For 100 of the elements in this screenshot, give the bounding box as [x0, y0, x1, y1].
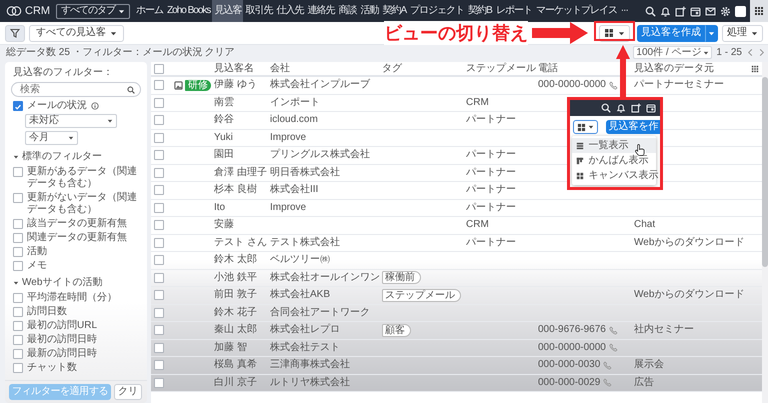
lead-name[interactable]: Yuki	[214, 132, 233, 144]
app-name: CRM	[25, 5, 50, 17]
filter-label: 最初の訪問URL	[27, 320, 98, 332]
lead-name[interactable]: 小池 鉄平	[214, 272, 257, 284]
nav-tab[interactable]: 連絡先	[305, 0, 336, 22]
view-option[interactable]: 一覧表示	[572, 138, 656, 153]
nav-tab[interactable]: 取引先	[243, 0, 274, 22]
column-header[interactable]: 電話	[538, 62, 558, 74]
lead-name[interactable]: 安藤	[214, 219, 234, 232]
lead-name[interactable]: 園田	[214, 149, 234, 162]
record-summary: 総データ数 25 ・フィルター：メールの状況	[6, 46, 203, 58]
table-cell: 株式会社テスト	[270, 342, 340, 354]
table-cell: ベルツリー㈱	[270, 254, 330, 266]
table-cell: 合同会社アートワーク	[270, 306, 370, 319]
table-cell: テスト株式会社	[270, 236, 340, 249]
table-cell: パートナーセミナー	[634, 79, 724, 92]
lead-name[interactable]: 秦山 太郎	[214, 324, 257, 336]
table-cell: Webからのダウンロード	[634, 289, 744, 302]
table-cell: 株式会社レプロ	[270, 324, 340, 336]
table-cell: 三津商事株式会社	[270, 359, 350, 372]
table-cell: パートナー	[466, 166, 516, 179]
table-cell: 社内セミナー	[634, 324, 694, 336]
table-cell: 展示会	[634, 359, 664, 372]
table-cell: パートナー	[466, 202, 516, 214]
nav-tab[interactable]: 仕入先	[274, 0, 306, 22]
lead-name[interactable]: Ito	[214, 202, 226, 214]
filter-label: 訪問日数	[27, 306, 67, 318]
lead-name[interactable]: 桜島 真希	[214, 359, 257, 372]
all-tabs-dropdown[interactable]: すべてのタブ	[56, 4, 130, 18]
period-dropdown[interactable]: 今月	[25, 131, 78, 145]
view-option[interactable]: かんばん表示	[572, 153, 656, 168]
section-title[interactable]: Webサイトの活動	[22, 277, 102, 289]
status-badge: 研修	[185, 80, 211, 91]
phone-number: 000-000-0029	[538, 376, 600, 389]
column-header[interactable]: 見込客名	[214, 62, 254, 74]
tag[interactable]: 顧客	[382, 324, 411, 337]
nav-tab[interactable]: 見込客	[212, 0, 244, 22]
lead-name[interactable]: テスト さん	[214, 236, 267, 249]
table-cell: インポート	[270, 96, 320, 109]
filter-label: 更新がないデータ（関連データも含む）	[27, 192, 138, 216]
filter-label: 関連データの更新有無	[27, 232, 127, 244]
lead-name[interactable]: 加藤 智	[214, 342, 247, 354]
table-cell: CRM	[466, 219, 489, 232]
lead-name[interactable]: 前田 敦子	[214, 289, 257, 302]
table-cell: Webからのダウンロード	[634, 236, 744, 249]
view-dropdown[interactable]: すべての見込客	[29, 24, 124, 42]
column-header[interactable]: ステップメール	[466, 62, 536, 74]
phone-number: 000-0000-0000	[538, 342, 606, 354]
table-cell: プリングルス株式会社	[270, 149, 370, 162]
phone-number: 000-0000-0000	[538, 79, 606, 92]
column-header[interactable]: 会社	[270, 62, 290, 74]
clear-button[interactable]: クリ	[114, 384, 142, 400]
filter-label: チャット数	[27, 362, 77, 374]
nav-tab[interactable]: レポート	[494, 0, 534, 22]
lead-name[interactable]: 鈴谷	[214, 114, 234, 126]
nav-tab[interactable]: 活動	[358, 0, 380, 22]
filter-label: 最初の訪問日時	[27, 334, 97, 346]
more-tabs[interactable]: ···	[618, 0, 630, 22]
per-page-dropdown[interactable]: 100件 / ページ	[633, 46, 712, 59]
status-dropdown[interactable]: 未対応	[25, 114, 117, 128]
table-cell: 株式会社AKB	[270, 289, 330, 302]
nav-tab[interactable]: マーケットプレイス	[534, 0, 619, 22]
table-cell: 広告	[634, 376, 654, 389]
lead-name[interactable]: 鈴木 花子	[214, 306, 257, 319]
table-cell: CRM	[466, 96, 489, 109]
filter-label: メールの状況	[27, 100, 87, 112]
nav-tab[interactable]: プロジェクト	[408, 0, 466, 22]
search-field[interactable]: 検索	[11, 82, 141, 97]
tag[interactable]: 稼働前	[382, 271, 421, 284]
nav-tab[interactable]: Zoho Books	[165, 0, 212, 22]
table-cell: パートナー	[466, 236, 516, 249]
filter-title: 見込客のフィルター：	[12, 66, 114, 80]
lead-name[interactable]: 杉本 良樹	[214, 184, 257, 196]
create-button[interactable]: 見込客を作成	[637, 24, 705, 42]
table-cell: パートナー	[466, 184, 516, 196]
filter-label: メモ	[27, 260, 47, 272]
annotation-label: ビューの切り替え	[384, 21, 528, 45]
actions-button[interactable]: 処理	[722, 24, 763, 42]
lead-name[interactable]: 南雲	[214, 96, 234, 109]
phone-number: 000-000-0030	[538, 359, 600, 372]
nav-tab[interactable]: ホーム	[134, 0, 166, 22]
nav-tab[interactable]: 商談	[336, 0, 358, 22]
nav-tab[interactable]: 契約B	[466, 0, 494, 22]
table-cell: icloud.com	[270, 114, 318, 126]
lead-name[interactable]: 白川 京子	[214, 376, 257, 389]
nav-tab[interactable]: 契約A	[380, 0, 408, 22]
column-header[interactable]: 見込客のデータ元	[634, 62, 714, 74]
clear-link[interactable]: クリア	[204, 46, 235, 58]
create-button[interactable]: 見込客を作	[606, 120, 660, 134]
column-header[interactable]: タグ	[382, 62, 402, 74]
table-cell: パートナー	[466, 114, 516, 126]
tag[interactable]: ステップメール	[382, 288, 461, 302]
table-cell: Improve	[270, 202, 306, 214]
section-title[interactable]: 標準のフィルター	[22, 151, 102, 163]
lead-name[interactable]: 伊藤 ゆう	[214, 79, 257, 92]
filter-label: 該当データの更新有無	[27, 218, 127, 230]
lead-name[interactable]: 鈴木 太郎	[214, 254, 257, 266]
lead-name[interactable]: 倉澤 由理子	[214, 166, 267, 179]
table-cell: 株式会社インプルーブ	[270, 79, 370, 92]
table-cell: 株式会社III	[270, 184, 318, 196]
